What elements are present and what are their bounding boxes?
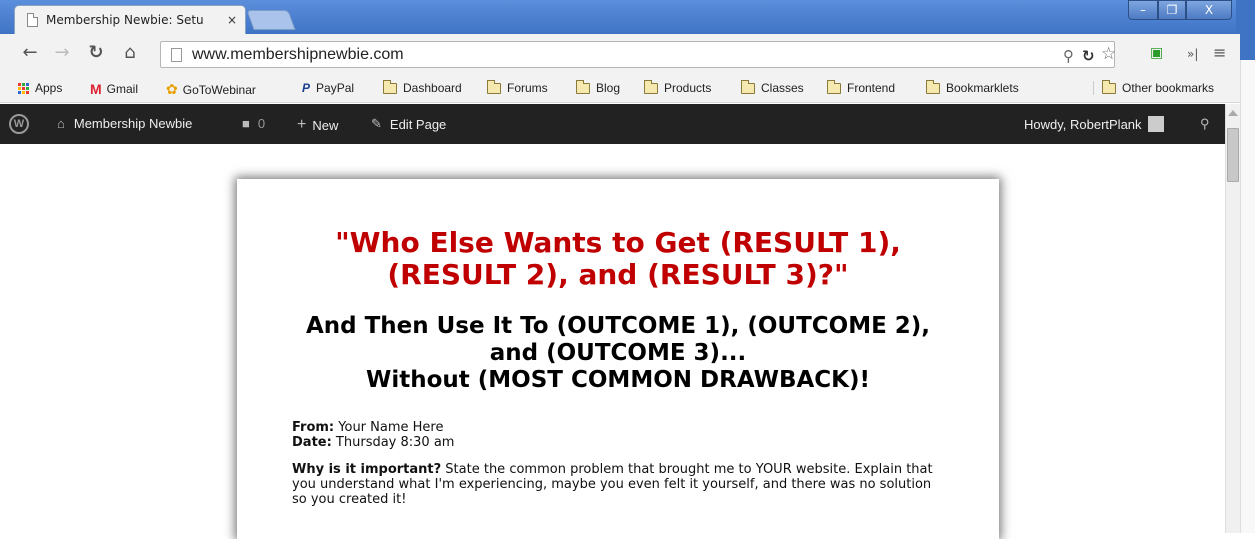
admin-bar-site-name[interactable]: ⌂ Membership Newbie bbox=[57, 116, 192, 131]
bookmark-gmail[interactable]: M Gmail bbox=[90, 81, 138, 97]
sales-letter-card: "Who Else Wants to Get (RESULT 1), (RESU… bbox=[237, 179, 999, 539]
vertical-scrollbar[interactable] bbox=[1225, 104, 1240, 533]
folder-icon bbox=[644, 79, 658, 94]
comment-bubble-icon: ■ bbox=[242, 116, 250, 131]
folder-icon bbox=[487, 79, 501, 94]
folder-icon bbox=[827, 79, 841, 94]
scroll-up-arrow-icon[interactable] bbox=[1228, 110, 1238, 116]
admin-bar-comments[interactable]: ■ 0 bbox=[242, 116, 265, 131]
admin-bar-new[interactable]: + New bbox=[297, 116, 338, 134]
gmail-icon: M bbox=[90, 81, 102, 97]
minimize-button[interactable]: – bbox=[1128, 0, 1158, 20]
window-right-edge bbox=[1240, 60, 1255, 533]
new-tab-button[interactable] bbox=[246, 10, 296, 30]
reload-icon[interactable]: ↻ bbox=[84, 42, 108, 63]
bookmark-other[interactable]: Other bookmarks bbox=[1093, 79, 1214, 95]
extension-icon[interactable]: ▣ bbox=[1150, 45, 1163, 61]
headline: "Who Else Wants to Get (RESULT 1), (RESU… bbox=[335, 226, 901, 291]
tab-title: Membership Newbie: Setu bbox=[46, 13, 204, 27]
search-icon[interactable]: ⚲ bbox=[1200, 116, 1210, 132]
bookmarks-bar: Apps M Gmail ✿ GoToWebinar P PayPal Dash… bbox=[0, 76, 1240, 103]
more-extensions-icon[interactable]: »| bbox=[1187, 47, 1198, 61]
bookmark-paypal[interactable]: P PayPal bbox=[302, 81, 354, 95]
scroll-thumb[interactable] bbox=[1227, 128, 1239, 182]
pencil-icon: ✎ bbox=[371, 116, 382, 131]
menu-icon[interactable]: ≡ bbox=[1213, 43, 1226, 62]
bookmark-classes[interactable]: Classes bbox=[741, 79, 804, 95]
home-icon: ⌂ bbox=[57, 116, 65, 131]
apps-grid-icon bbox=[18, 82, 29, 94]
browser-tab[interactable]: Membership Newbie: Setu × bbox=[14, 5, 246, 34]
page-icon bbox=[171, 47, 182, 62]
bookmark-apps[interactable]: Apps bbox=[18, 81, 62, 95]
address-bar[interactable]: www.membershipnewbie.com bbox=[160, 41, 1115, 68]
tab-close-icon[interactable]: × bbox=[227, 13, 237, 27]
url-text: www.membershipnewbie.com bbox=[192, 45, 404, 63]
sync-icon[interactable]: ↻ bbox=[1082, 47, 1095, 65]
folder-icon bbox=[383, 79, 397, 94]
plus-icon: + bbox=[297, 116, 307, 133]
wordpress-logo-icon[interactable]: W bbox=[9, 114, 29, 134]
bookmark-products[interactable]: Products bbox=[644, 79, 711, 95]
forward-arrow-icon[interactable]: → bbox=[50, 42, 74, 63]
close-window-button[interactable]: X bbox=[1186, 0, 1232, 20]
gotowebinar-icon: ✿ bbox=[166, 81, 178, 97]
zoom-icon[interactable]: ⚲ bbox=[1063, 47, 1074, 65]
wp-admin-bar: W ⌂ Membership Newbie ■ 0 + New ✎ Edit P… bbox=[0, 104, 1240, 144]
page-icon bbox=[27, 13, 38, 27]
folder-icon bbox=[926, 79, 940, 94]
bookmark-dashboard[interactable]: Dashboard bbox=[383, 79, 462, 95]
folder-icon bbox=[741, 79, 755, 94]
bookmark-blog[interactable]: Blog bbox=[576, 79, 620, 95]
subheadline: And Then Use It To (OUTCOME 1), (OUTCOME… bbox=[305, 313, 931, 393]
bookmark-star-icon[interactable]: ☆ bbox=[1101, 44, 1116, 64]
home-icon[interactable]: ⌂ bbox=[118, 42, 142, 63]
admin-bar-account[interactable]: Howdy, RobertPlank bbox=[1024, 116, 1164, 132]
letter-meta: From: Your Name Here Date: Thursday 8:30… bbox=[292, 420, 944, 450]
navigation-bar: ← → ↻ ⌂ www.membershipnewbie.com ⚲ ↻ ☆ ▣… bbox=[0, 34, 1240, 76]
date-line: Date: Thursday 8:30 am bbox=[292, 435, 455, 450]
back-arrow-icon[interactable]: ← bbox=[18, 42, 42, 63]
folder-icon bbox=[1102, 79, 1116, 94]
page-viewport: "Who Else Wants to Get (RESULT 1), (RESU… bbox=[0, 144, 1225, 539]
bookmark-gotowebinar[interactable]: ✿ GoToWebinar bbox=[166, 81, 256, 98]
admin-bar-edit-page[interactable]: ✎ Edit Page bbox=[371, 116, 446, 132]
window-title-bar: Membership Newbie: Setu × – ❐ X bbox=[0, 0, 1255, 34]
from-line: From: Your Name Here bbox=[292, 420, 444, 435]
intro-paragraph: Why is it important? State the common pr… bbox=[292, 462, 933, 507]
folder-icon bbox=[576, 79, 590, 94]
avatar bbox=[1147, 116, 1164, 132]
maximize-button[interactable]: ❐ bbox=[1158, 0, 1186, 20]
paypal-icon: P bbox=[302, 81, 311, 95]
bookmark-frontend[interactable]: Frontend bbox=[827, 79, 895, 95]
bookmark-forums[interactable]: Forums bbox=[487, 79, 548, 95]
bookmark-bookmarklets[interactable]: Bookmarklets bbox=[926, 79, 1019, 95]
